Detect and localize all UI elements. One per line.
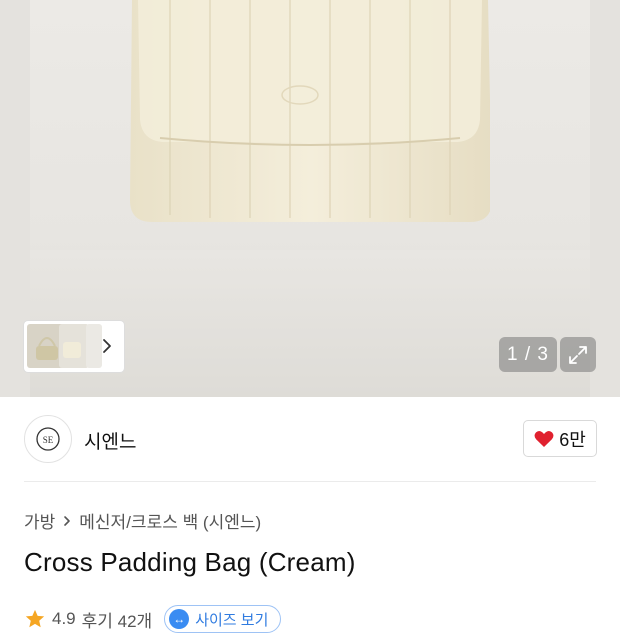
star-icon xyxy=(25,609,45,628)
heart-icon xyxy=(534,430,554,447)
image-counter: 1 / 3 xyxy=(499,337,557,372)
brand-logo[interactable]: SE xyxy=(24,415,72,463)
breadcrumb-category[interactable]: 가방 xyxy=(24,508,55,533)
review-count[interactable]: 후기 42개 xyxy=(82,607,153,632)
rating-row: 4.9 후기 42개 ↔ 사이즈 보기 xyxy=(24,605,282,633)
thumbnail-strip[interactable] xyxy=(24,321,124,372)
chevron-right-icon xyxy=(64,515,71,526)
ruler-icon: ↔ xyxy=(169,609,190,629)
chevron-right-icon[interactable] xyxy=(98,336,116,356)
brand-name[interactable]: 시엔느 xyxy=(84,427,136,454)
rating-value: 4.9 xyxy=(52,609,76,628)
expand-icon xyxy=(569,345,587,364)
size-guide-label: 사이즈 보기 xyxy=(195,611,269,629)
divider xyxy=(24,481,596,482)
brand-row: SE 시엔느 6만 xyxy=(0,397,620,482)
product-image-gallery[interactable]: 1 / 3 xyxy=(0,0,620,397)
thumbnail-2[interactable] xyxy=(59,324,89,368)
expand-button[interactable] xyxy=(560,337,596,372)
product-photo xyxy=(130,0,490,222)
product-title: Cross Padding Bag (Cream) xyxy=(24,547,356,577)
breadcrumb: 가방 메신저/크로스 백 (시엔느) xyxy=(24,508,261,533)
like-count: 6만 xyxy=(559,429,586,450)
like-button[interactable]: 6만 xyxy=(523,420,597,457)
breadcrumb-subcategory[interactable]: 메신저/크로스 백 (시엔느) xyxy=(79,508,261,533)
size-guide-button[interactable]: ↔ 사이즈 보기 xyxy=(164,605,282,633)
brand-logo-text: SE xyxy=(43,435,54,445)
